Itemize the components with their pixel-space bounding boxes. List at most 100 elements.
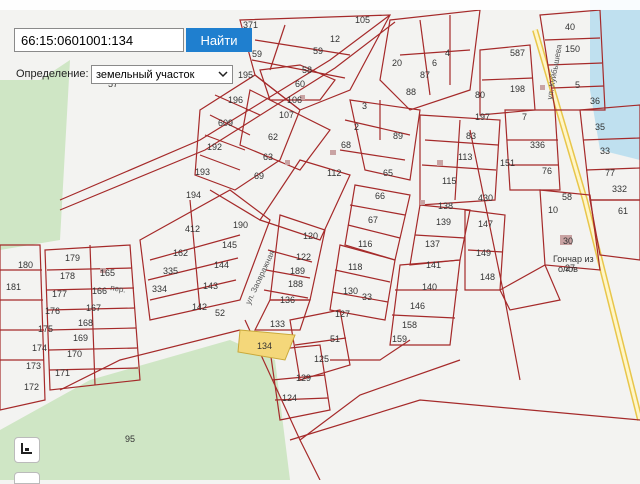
parcel-label: 180: [18, 260, 33, 270]
parcel-label: 65: [383, 168, 393, 178]
area-label: 95: [125, 434, 135, 444]
parcel-label: 150: [565, 44, 580, 54]
parcel-label: 80: [475, 90, 485, 100]
green-area-left: [0, 60, 70, 250]
parcel-label: 173: [26, 361, 41, 371]
parcel-label: 172: [24, 382, 39, 392]
parcel-label: 198: [510, 84, 525, 94]
parcel-label: 124: [282, 393, 297, 403]
parcel-label: 5: [575, 80, 580, 90]
parcel-label: 33: [600, 146, 610, 156]
parcel-label: 87: [420, 70, 430, 80]
parcel-label: 145: [222, 240, 237, 250]
parcel-label: 129: [296, 373, 311, 383]
parcel-label: 61: [618, 206, 628, 216]
parcel-label: 189: [290, 266, 305, 276]
parcel-label: 412: [185, 224, 200, 234]
parcel-label: 176: [45, 306, 60, 316]
parcel-label: 140: [422, 282, 437, 292]
parcel-label: 118: [348, 262, 362, 272]
parcel-label: 587: [510, 48, 525, 58]
parcel-label: 52: [215, 308, 225, 318]
parcel-label: 4: [445, 48, 450, 58]
parcel-label: 107: [279, 110, 294, 120]
parcel-label: 20: [392, 58, 402, 68]
definition-select[interactable]: земельный участок: [91, 65, 233, 84]
cadastral-number-input[interactable]: [14, 28, 184, 52]
parcel-label: 60: [295, 79, 305, 89]
parcel-label: 193: [195, 167, 210, 177]
parcel-label: 139: [436, 217, 451, 227]
parcel-label: 142: [192, 302, 207, 312]
parcel-label: 148: [480, 272, 495, 282]
parcel-label: 51: [330, 334, 340, 344]
parcel-label: 179: [65, 253, 80, 263]
definition-label: Определение:: [16, 68, 89, 80]
parcel-label: 106: [287, 95, 302, 105]
parcel-label: 3: [362, 101, 367, 111]
parcel-label: 188: [288, 279, 303, 289]
parcel-label: 76: [542, 166, 552, 176]
parcel-label: 83: [466, 131, 476, 141]
parcel-label: 33: [362, 292, 372, 302]
parcel-label: 147: [478, 219, 493, 229]
parcel-label: 112: [327, 168, 341, 178]
parcel-label: 143: [203, 281, 218, 291]
parcel-label: 120: [303, 231, 318, 241]
parcel-label: 133: [270, 319, 285, 329]
parcel-label: 58: [302, 65, 312, 75]
highlight-parcel-label: 134: [257, 341, 272, 351]
parcel-label: 334: [152, 284, 167, 294]
parcel-label: 181: [6, 282, 21, 292]
parcel-label: 113: [458, 152, 472, 162]
parcel-label: 336: [530, 140, 545, 150]
parcel-label: 58: [562, 192, 572, 202]
parcel-label: 159: [392, 334, 407, 344]
find-button[interactable]: Найти: [186, 28, 252, 52]
parcel-label: 166: [92, 286, 107, 296]
parcel-label: 116: [358, 239, 372, 249]
parcel-label: 335: [163, 266, 178, 276]
parcel-label: 66: [375, 191, 385, 201]
parcel-label: 62: [268, 132, 278, 142]
parcel-label: 136: [280, 295, 295, 305]
parcel-label: 7: [522, 112, 527, 122]
parcel-label: 63: [263, 152, 273, 162]
parcel-label: 36: [590, 96, 600, 106]
parcel-label: 162: [173, 248, 188, 258]
parcel-label: 167: [86, 303, 101, 313]
parcel-label: 430: [478, 193, 493, 203]
parcel-label: 122: [296, 252, 311, 262]
parcel-label: 175: [38, 324, 53, 334]
chevron-down-icon: [218, 69, 228, 81]
parcel-label: 177: [52, 289, 67, 299]
parcel-label: 137: [425, 239, 440, 249]
parcel-label: 69: [254, 171, 264, 181]
parcel-label: 151: [500, 158, 515, 168]
poi-label: олов: [558, 264, 578, 274]
poi-label: Гончар из: [553, 254, 594, 264]
parcel-label: 146: [410, 301, 425, 311]
parcel-label: 149: [476, 248, 491, 258]
parcel-label: 196: [228, 95, 243, 105]
parcel-label: 30: [563, 236, 573, 246]
parcel-label: 105: [355, 15, 370, 25]
parcel-label: 77: [605, 168, 615, 178]
layers-button[interactable]: [14, 437, 40, 463]
parcel-label: 171: [55, 368, 70, 378]
layers-icon: [20, 441, 34, 460]
parcel-label: 169: [73, 333, 88, 343]
parcel-label: 2: [354, 122, 359, 132]
parcel-label: 12: [330, 34, 340, 44]
parcel-label: 192: [207, 142, 222, 152]
parcel-label: 190: [233, 220, 248, 230]
parcel-label: 59: [252, 49, 262, 59]
parcel-label: 130: [343, 286, 358, 296]
zoom-button[interactable]: [14, 472, 40, 484]
parcel-label: 174: [32, 343, 47, 353]
parcel-label: 332: [612, 184, 627, 194]
parcel-label: 178: [60, 271, 75, 281]
parcel-label: 141: [426, 260, 441, 270]
parcel-label: 67: [368, 215, 378, 225]
parcel-label: 40: [565, 22, 575, 32]
